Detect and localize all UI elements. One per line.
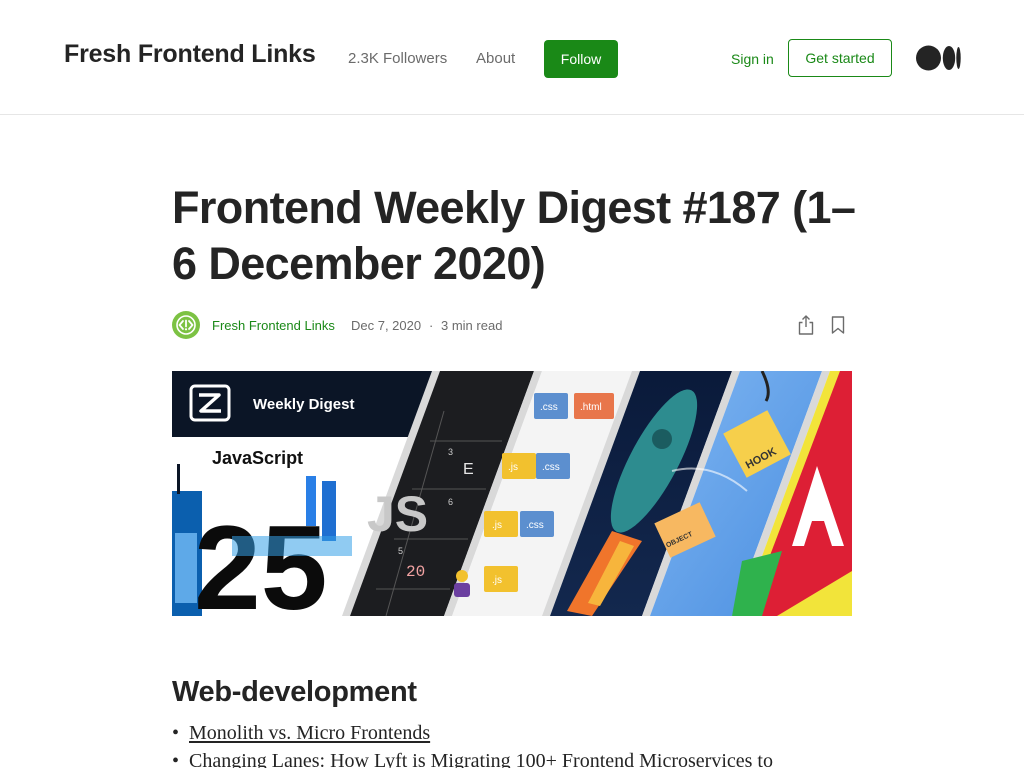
share-icon[interactable] xyxy=(796,314,816,336)
followers-count[interactable]: 2.3K Followers xyxy=(348,50,447,67)
hero-js-3: .js xyxy=(492,575,502,586)
hero-css-1: .css xyxy=(540,402,558,413)
byline: Fresh Frontend Links Dec 7, 2020 · 3 min… xyxy=(172,311,852,339)
read-time: 3 min read xyxy=(441,318,503,333)
list-item: • Changing Lanes: How Lyft is Migrating … xyxy=(172,750,872,768)
bookmark-icon[interactable] xyxy=(829,315,847,335)
hero-html: .html xyxy=(580,402,602,413)
publication-name[interactable]: Fresh Frontend Links xyxy=(64,40,316,69)
sign-in-link[interactable]: Sign in xyxy=(731,51,774,67)
hero-js-2: .js xyxy=(492,520,502,531)
hero-digit-3: 3 xyxy=(448,447,453,457)
hero-css-2: .css xyxy=(542,462,560,473)
link-list: • Monolith vs. Micro Frontends • Changin… xyxy=(172,722,872,768)
meta-separator: · xyxy=(429,318,434,333)
author-avatar[interactable] xyxy=(172,311,200,339)
get-started-button[interactable]: Get started xyxy=(788,39,892,77)
top-bar: Fresh Frontend Links 2.3K Followers Abou… xyxy=(0,0,1024,115)
digest-collage-image: Weekly Digest JavaScript 25 JS E 20 3 6 … xyxy=(172,371,852,616)
publish-date: Dec 7, 2020 xyxy=(351,318,422,333)
hero-twenty: 20 xyxy=(406,563,425,581)
article-link[interactable]: Monolith vs. Micro Frontends xyxy=(189,722,430,744)
hero-js: JS xyxy=(367,486,428,542)
hero-digit-5: 5 xyxy=(398,546,403,556)
article-title: Frontend Weekly Digest #187 (1–6 Decembe… xyxy=(172,182,856,289)
medium-logo-icon[interactable] xyxy=(916,45,962,71)
hero-image: Weekly Digest JavaScript 25 JS E 20 3 6 … xyxy=(172,371,852,616)
hero-letter-e: E xyxy=(463,461,474,478)
section-heading: Web-development xyxy=(172,676,417,708)
hero-javascript: JavaScript xyxy=(212,448,303,468)
hero-css-3: .css xyxy=(526,520,544,531)
hero-weekly-digest: Weekly Digest xyxy=(253,396,354,413)
list-item: • Monolith vs. Micro Frontends xyxy=(172,722,872,750)
hero-digit-6: 6 xyxy=(448,497,453,507)
bullet: • xyxy=(172,722,180,744)
bullet: • xyxy=(172,750,180,768)
author-name[interactable]: Fresh Frontend Links xyxy=(212,318,335,333)
hero-js-1: .js xyxy=(508,462,518,473)
follow-button[interactable]: Follow xyxy=(544,40,618,78)
code-logo-icon xyxy=(176,315,196,335)
about-link[interactable]: About xyxy=(476,50,515,67)
article-link[interactable]: Changing Lanes: How Lyft is Migrating 10… xyxy=(189,750,773,768)
hero-number-25: 25 xyxy=(194,501,327,616)
